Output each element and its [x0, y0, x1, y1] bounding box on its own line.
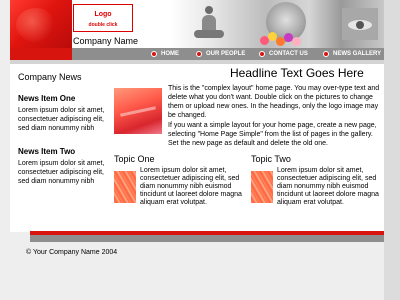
bullet-icon — [323, 51, 329, 57]
sidebar-title: Company News — [18, 72, 82, 82]
news-item-body: Lorem ipsum dolor sit amet, consectetuer… — [18, 107, 105, 132]
nav-contact-us[interactable]: CONTACT US — [259, 48, 308, 60]
topic-one-title: Topic One — [114, 154, 155, 164]
nav-our-people-label: OUR PEOPLE — [206, 51, 246, 57]
nav-news-gallery-label: NEWS GALLERY — [333, 51, 382, 57]
news-item-title: News Item Two — [18, 147, 76, 156]
footer-gray-bar — [30, 235, 384, 242]
nav-contact-us-label: CONTACT US — [269, 51, 308, 57]
topic-two-body: Lorem ipsum dolor sit amet, consectetuer… — [277, 167, 379, 206]
news-item-body: Lorem ipsum dolor sit amet, consectetuer… — [18, 160, 105, 185]
nav-news-gallery[interactable]: NEWS GALLERY — [323, 48, 381, 60]
company-name: Company Name — [73, 36, 139, 46]
header: Logo double click Company Name — [10, 0, 384, 48]
logo[interactable]: Logo double click — [73, 4, 133, 32]
copyright-text: © Your Company Name 2004 — [26, 249, 118, 256]
main-feature-image[interactable] — [114, 88, 162, 134]
logo-text: Logo — [94, 11, 112, 18]
topic-one-image[interactable] — [114, 171, 136, 203]
intro-paragraph: This is the "complex layout" home page. … — [168, 85, 380, 119]
eye-closeup-image — [342, 8, 378, 40]
topic-one-body: Lorem ipsum dolor sit amet, consectetuer… — [140, 167, 242, 206]
news-item-title: News Item One — [18, 94, 76, 103]
nav-bar: HOME OUR PEOPLE CONTACT US NEWS GALLERY — [10, 48, 384, 60]
nav-our-people[interactable]: OUR PEOPLE — [196, 48, 245, 60]
header-photo-collage[interactable] — [170, 0, 384, 48]
topic-two-image[interactable] — [251, 171, 273, 203]
yoga-figure-image — [194, 6, 224, 42]
header-red-graphic — [10, 0, 72, 48]
nav-red-segment — [10, 48, 72, 60]
flowers-image — [258, 28, 304, 48]
nav-home-label: HOME — [161, 51, 179, 57]
bullet-icon — [196, 51, 202, 57]
topic-two-title: Topic Two — [251, 154, 291, 164]
page-container: Logo double click Company Name HOME OUR … — [10, 0, 384, 232]
page-shadow — [384, 0, 400, 300]
logo-hint: double click — [88, 22, 118, 28]
page-headline: Headline Text Goes Here — [230, 66, 364, 80]
sidebar-news: Company News News Item One Lorem ipsum d… — [18, 72, 114, 186]
bullet-icon — [259, 51, 265, 57]
bullet-icon — [151, 51, 157, 57]
layout-paragraph: If you want a simple layout for your hom… — [168, 122, 377, 147]
nav-divider — [10, 60, 384, 64]
nav-home[interactable]: HOME — [151, 48, 179, 60]
